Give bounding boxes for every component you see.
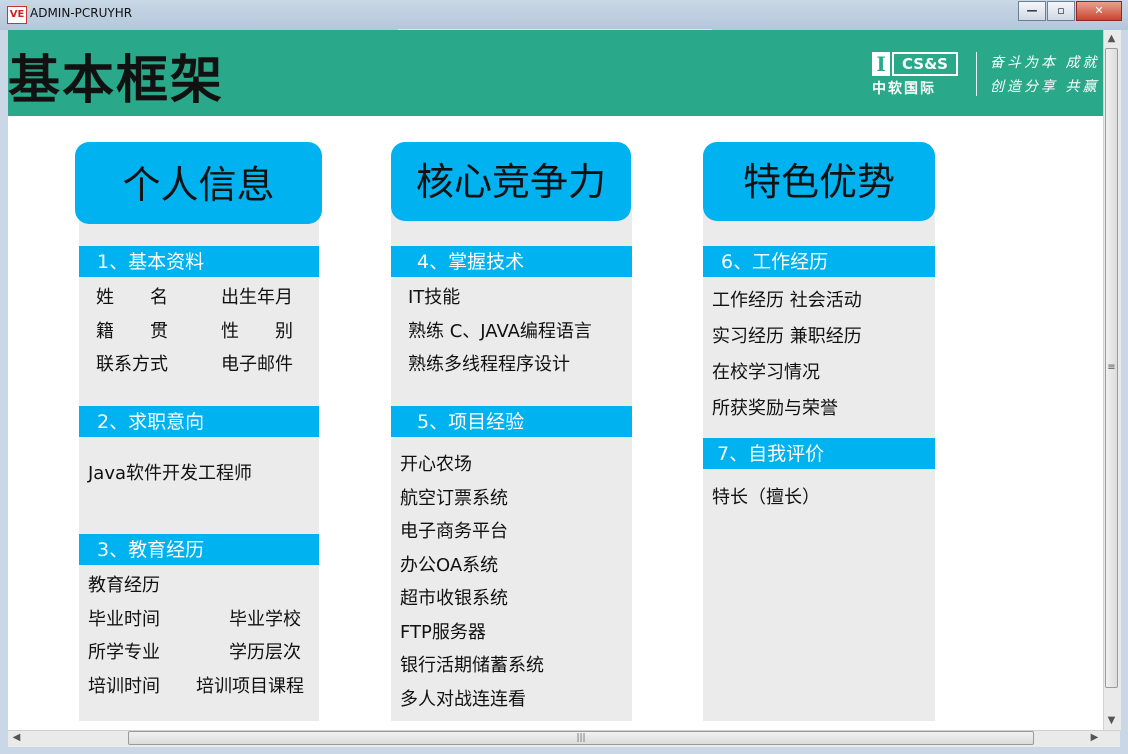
list-item: 所获奖励与荣誉 (712, 398, 838, 419)
window-border-left (0, 30, 8, 754)
logo-divider (976, 52, 977, 96)
list-item: IT技能 (408, 287, 461, 308)
list-item: 航空订票系统 (400, 488, 508, 509)
horizontal-scroll-thumb[interactable]: ||| (128, 731, 1034, 745)
field-label: 联系方式 (96, 354, 168, 375)
list-item: 超市收银系统 (400, 588, 508, 609)
field-label: 学历层次 (229, 642, 301, 663)
window-titlebar: VE ADMIN-PCRUYHR — ▫ ✕ (0, 0, 1128, 30)
list-item: FTP服务器 (400, 622, 486, 643)
close-button[interactable]: ✕ (1076, 1, 1122, 21)
app-icon: VE (7, 6, 27, 24)
list-item: 银行活期储蓄系统 (400, 655, 544, 676)
field-label: 姓 名 (96, 287, 168, 308)
field-label: 所学专业 (88, 642, 160, 663)
list-item: 熟练 C、JAVA编程语言 (408, 321, 592, 342)
column-header-personal: 个人信息 (75, 142, 322, 224)
section-title: 3、教育经历 (79, 534, 319, 565)
slide-title: 基本框架 (8, 51, 225, 111)
maximize-button[interactable]: ▫ (1047, 1, 1075, 21)
field-label: 毕业时间 (88, 609, 160, 630)
company-logo: I CS&S (872, 52, 958, 78)
field-label: 培训项目课程 (196, 676, 304, 697)
window-border-bottom (0, 746, 1128, 754)
list-item: 熟练多线程程序设计 (408, 354, 570, 375)
section-title: 5、项目经验 (391, 406, 632, 437)
list-item: 多人对战连连看 (400, 689, 526, 710)
minimize-button[interactable]: — (1018, 1, 1046, 21)
scroll-left-arrow-icon[interactable]: ◀ (8, 732, 25, 743)
list-item: 开心农场 (400, 454, 472, 475)
section-title: 1、基本资料 (79, 246, 319, 277)
logo-chinese-name: 中软国际 (872, 81, 936, 97)
field-label: 性 别 (221, 321, 293, 342)
list-item: 教育经历 (88, 575, 160, 596)
window-border-right (1120, 30, 1128, 754)
logo-text: CS&S (892, 52, 958, 76)
section-title: 2、求职意向 (79, 406, 319, 437)
field-label: 籍 贯 (96, 321, 168, 342)
list-item: 办公OA系统 (400, 555, 499, 576)
window-title: ADMIN-PCRUYHR (30, 6, 133, 20)
slogan-line-1: 奋斗为本 成就 (990, 55, 1100, 71)
section-title: 7、自我评价 (703, 438, 935, 469)
list-item: Java软件开发工程师 (88, 463, 253, 484)
column-header-advantages: 特色优势 (703, 142, 935, 221)
list-item: 在校学习情况 (712, 362, 820, 383)
column-header-competence: 核心竞争力 (391, 142, 631, 221)
field-label: 培训时间 (88, 676, 160, 697)
logo-mark: I (872, 52, 890, 76)
list-item: 工作经历 社会活动 (712, 290, 862, 311)
scroll-up-arrow-icon[interactable]: ▲ (1103, 33, 1120, 44)
window-controls: — ▫ ✕ (1017, 1, 1122, 21)
section-title: 6、工作经历 (703, 246, 935, 277)
field-label: 出生年月 (221, 287, 293, 308)
field-label: 毕业学校 (229, 609, 301, 630)
slogan-line-2: 创造分享 共赢 (990, 79, 1100, 95)
slide-canvas: 基本框架 I CS&S 中软国际 奋斗为本 成就 创造分享 共赢 个人信息 1、… (8, 30, 1103, 730)
scroll-right-arrow-icon[interactable]: ▶ (1086, 732, 1103, 743)
section-title: 4、掌握技术 (391, 246, 632, 277)
list-item: 特长（擅长） (712, 487, 820, 508)
scroll-down-arrow-icon[interactable]: ▼ (1103, 715, 1120, 726)
list-item: 电子商务平台 (400, 521, 508, 542)
field-label: 电子邮件 (221, 354, 293, 375)
scroll-grip-icon: ≡ (1107, 362, 1116, 373)
list-item: 实习经历 兼职经历 (712, 326, 862, 347)
